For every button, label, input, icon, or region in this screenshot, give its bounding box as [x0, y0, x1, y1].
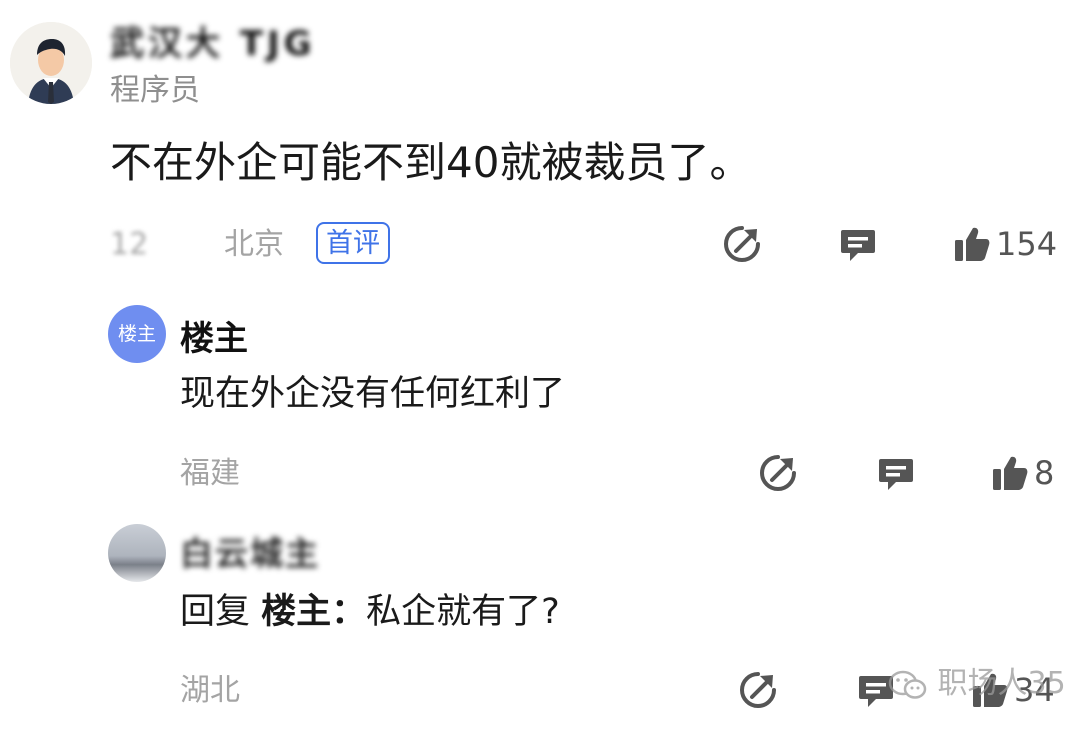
like-count: 154 [996, 225, 1058, 263]
reply-location: 湖北 [180, 673, 240, 708]
first-comment-badge: 首评 [316, 222, 390, 264]
reply-location: 福建 [180, 456, 240, 491]
reply-text: 回复 楼主：私企就有了? [180, 590, 560, 634]
author-name[interactable]: 武汉大 TJG [110, 22, 316, 66]
comment-text: 不在外企可能不到40就被裁员了。 [110, 138, 752, 187]
reply-prefix: 回复 [180, 592, 251, 632]
share-icon [724, 226, 760, 262]
like-button[interactable]: 154 [952, 224, 1057, 264]
like-button[interactable]: 8 [990, 453, 1054, 493]
reply-button[interactable] [838, 224, 878, 268]
share-button[interactable] [758, 453, 798, 497]
reply-author-name[interactable]: 楼主 [180, 318, 248, 360]
author-title: 程序员 [110, 73, 200, 108]
share-icon [740, 672, 776, 708]
share-button[interactable] [722, 224, 762, 268]
author-avatar[interactable] [10, 22, 92, 104]
replier-avatar[interactable] [108, 524, 166, 582]
reply-button[interactable] [876, 453, 916, 497]
reply-body: 私企就有了? [366, 592, 560, 632]
reply-author-name[interactable]: 白云城主 [180, 533, 320, 575]
thumbs-up-icon [955, 227, 990, 261]
watermark: 职场人35 [888, 664, 1066, 704]
reply-text: 现在外企没有任何红利了 [180, 374, 566, 414]
share-icon [760, 455, 796, 491]
like-count: 8 [1034, 454, 1055, 492]
watermark-text: 职场人35 [937, 666, 1066, 701]
owner-avatar[interactable]: 楼主 [108, 305, 166, 363]
comment-date: 12 [110, 227, 149, 262]
reply-mention[interactable]: 楼主： [261, 592, 366, 632]
share-button[interactable] [738, 670, 778, 714]
thumbs-up-icon [993, 456, 1028, 490]
comment-icon [841, 230, 875, 261]
comment-icon [879, 459, 913, 490]
wechat-icon [888, 670, 927, 699]
comment-location: 北京 [224, 227, 284, 262]
